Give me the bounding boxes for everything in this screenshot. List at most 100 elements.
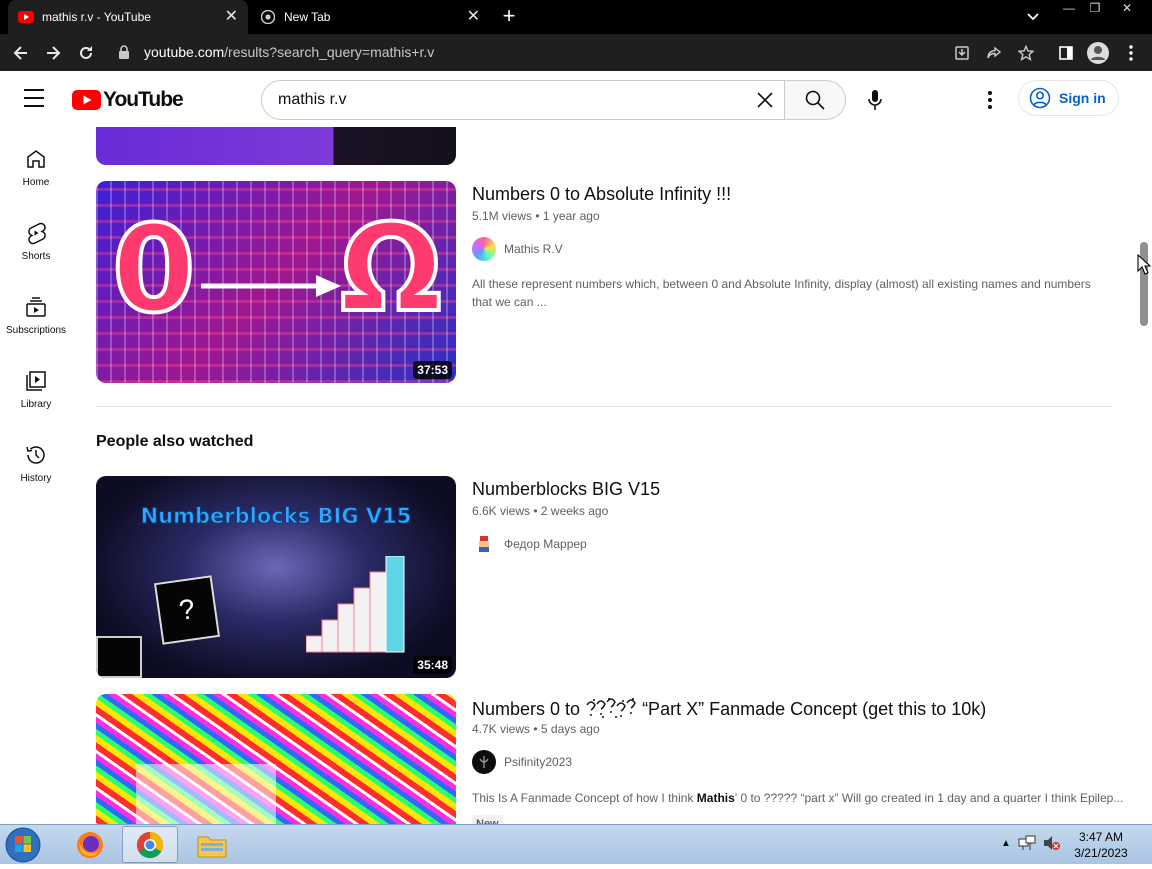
previous-video-thumbnail[interactable]: [96, 127, 456, 165]
close-tab-icon[interactable]: ✕: [467, 9, 480, 25]
video-title-suffix: “Part X” Fanmade Concept (get this to 10…: [642, 699, 987, 719]
description-highlight: Mathis: [696, 791, 735, 805]
tab-title: New Tab: [284, 10, 331, 24]
upload-age: 5 days ago: [540, 722, 600, 736]
close-tab-icon[interactable]: ✕: [225, 9, 238, 25]
logo-text: YouTube: [103, 88, 184, 111]
install-app-icon[interactable]: [949, 40, 975, 66]
upload-age: 2 weeks ago: [540, 504, 609, 518]
sign-in-button[interactable]: Sign in: [1018, 80, 1119, 116]
search-results: 0 Ω 37:53 Numbers 0 to Absolute Infinity…: [0, 127, 1152, 824]
section-heading: People also watched: [96, 433, 254, 450]
video-title[interactable]: Numbers 0 to “Part X” Fanmade Concept (g…: [472, 697, 986, 720]
youtube-logo[interactable]: YouTube: [72, 88, 184, 112]
url-host: youtube.com: [144, 44, 225, 60]
thumbnail-zero-text: 0: [110, 201, 197, 340]
share-icon[interactable]: [981, 40, 1007, 66]
volume-muted-icon[interactable]: [1042, 833, 1062, 853]
channel-link[interactable]: Федор Маррер: [472, 532, 587, 556]
thumbnail-staircase-icon: [306, 556, 405, 653]
description-text: This Is A Fanmade Concept of how I think: [472, 791, 697, 805]
browser-toolbar: youtube.com/results?search_query=mathis+…: [0, 34, 1152, 71]
video-title[interactable]: Numbers 0 to Absolute Infinity !!!: [472, 184, 731, 205]
clock-date: 3/21/2023: [1074, 846, 1128, 860]
firefox-icon: [77, 831, 103, 858]
video-thumbnail[interactable]: Numberblocks BIG V15 ? 35:48: [96, 476, 456, 678]
taskbar-file-explorer[interactable]: [184, 826, 240, 863]
new-badge: New: [472, 815, 503, 824]
windows-logo-icon: [5, 827, 41, 863]
windows-taskbar: ▲ 3:47 AM 3/21/2023: [0, 824, 1152, 864]
youtube-header: YouTube mathis r.v Sign in: [0, 71, 1152, 127]
clear-search-icon[interactable]: [754, 89, 776, 111]
side-panel-icon[interactable]: [1053, 40, 1079, 66]
show-hidden-icons-icon[interactable]: ▲: [996, 833, 1016, 853]
description-text: ' 0 to ????? “part x” Will go created in…: [734, 791, 1124, 805]
chrome-favicon-icon: [260, 9, 276, 25]
channel-avatar[interactable]: [472, 750, 496, 774]
tab-title: mathis r.v - YouTube: [42, 10, 151, 24]
video-meta: 6.6K views • 2 weeks ago: [472, 504, 609, 518]
glitched-text-icon: [586, 698, 636, 718]
channel-link[interactable]: Psifinity2023: [472, 750, 572, 774]
folder-icon: [197, 836, 227, 857]
channel-avatar[interactable]: [472, 237, 496, 261]
view-count: 4.7K views: [472, 722, 531, 736]
channel-name: Psifinity2023: [504, 755, 573, 769]
settings-more-icon[interactable]: [980, 87, 1000, 113]
bookmark-star-icon[interactable]: [1013, 40, 1039, 66]
tab-search-chevron-icon[interactable]: [1024, 8, 1042, 26]
thumbnail-arrow-icon: [201, 275, 341, 297]
search-icon: [805, 90, 825, 110]
clock-time: 3:47 AM: [1078, 830, 1124, 844]
upload-age: 1 year ago: [542, 209, 600, 223]
system-clock[interactable]: 3:47 AM 3/21/2023: [1068, 829, 1134, 861]
video-thumbnail[interactable]: [96, 694, 456, 824]
video-title-prefix: Numbers 0 to: [472, 699, 586, 719]
thumbnail-question-block: ?: [153, 575, 221, 645]
browser-tab-strip: mathis r.v - YouTube ✕ New Tab ✕ + — ❐ ✕: [0, 0, 1152, 34]
channel-avatar[interactable]: [472, 532, 496, 556]
page-scrollbar[interactable]: [1136, 127, 1152, 824]
thumbnail-title-text: Numberblocks BIG V15: [140, 504, 412, 529]
network-icon[interactable]: [1017, 833, 1037, 853]
view-count: 5.1M views: [472, 209, 533, 223]
new-tab-button[interactable]: +: [498, 5, 520, 28]
account-circle-icon: [1029, 87, 1051, 109]
tab-youtube[interactable]: mathis r.v - YouTube ✕: [8, 0, 248, 34]
youtube-favicon-icon: [18, 9, 34, 25]
thumbnail-noise-patch: [136, 764, 276, 824]
view-count: 6.6K views: [472, 504, 531, 518]
taskbar-chrome[interactable]: [122, 826, 178, 863]
back-arrow-icon[interactable]: [8, 40, 34, 66]
address-bar[interactable]: youtube.com/results?search_query=mathis+…: [108, 37, 1048, 67]
restore-window-icon[interactable]: ❐: [1080, 0, 1110, 18]
hamburger-menu-icon[interactable]: [24, 89, 48, 109]
thumbnail-omega-text: Ω: [338, 200, 444, 339]
video-meta: 4.7K views • 5 days ago: [472, 722, 600, 736]
search-input[interactable]: mathis r.v: [261, 80, 785, 120]
taskbar-firefox[interactable]: [62, 826, 118, 863]
search-query: mathis r.v: [278, 91, 347, 108]
video-description: This Is A Fanmade Concept of how I think…: [472, 789, 1123, 807]
url-path: /results?search_query=mathis+r.v: [224, 44, 435, 60]
forward-arrow-icon[interactable]: [40, 40, 66, 66]
start-button[interactable]: [4, 826, 44, 864]
chrome-icon: [136, 831, 164, 858]
channel-link[interactable]: Mathis R.V: [472, 237, 563, 261]
video-duration: 37:53: [413, 361, 452, 379]
video-description: All these represent numbers which, betwe…: [472, 277, 1091, 309]
profile-avatar-icon[interactable]: [1085, 40, 1111, 66]
channel-name: Федор Маррер: [504, 537, 587, 551]
reload-icon[interactable]: [73, 40, 99, 66]
video-duration: 35:48: [413, 656, 452, 674]
video-title[interactable]: Numberblocks BIG V15: [472, 479, 660, 500]
sign-in-label: Sign in: [1059, 90, 1106, 106]
voice-search-mic-icon[interactable]: [862, 87, 888, 113]
channel-name: Mathis R.V: [504, 242, 563, 256]
video-thumbnail[interactable]: 0 Ω 37:53: [96, 181, 456, 383]
search-button[interactable]: [784, 80, 846, 120]
close-window-icon[interactable]: ✕: [1112, 0, 1142, 18]
tab-new-tab[interactable]: New Tab ✕: [250, 0, 490, 34]
browser-menu-icon[interactable]: [1118, 40, 1144, 66]
